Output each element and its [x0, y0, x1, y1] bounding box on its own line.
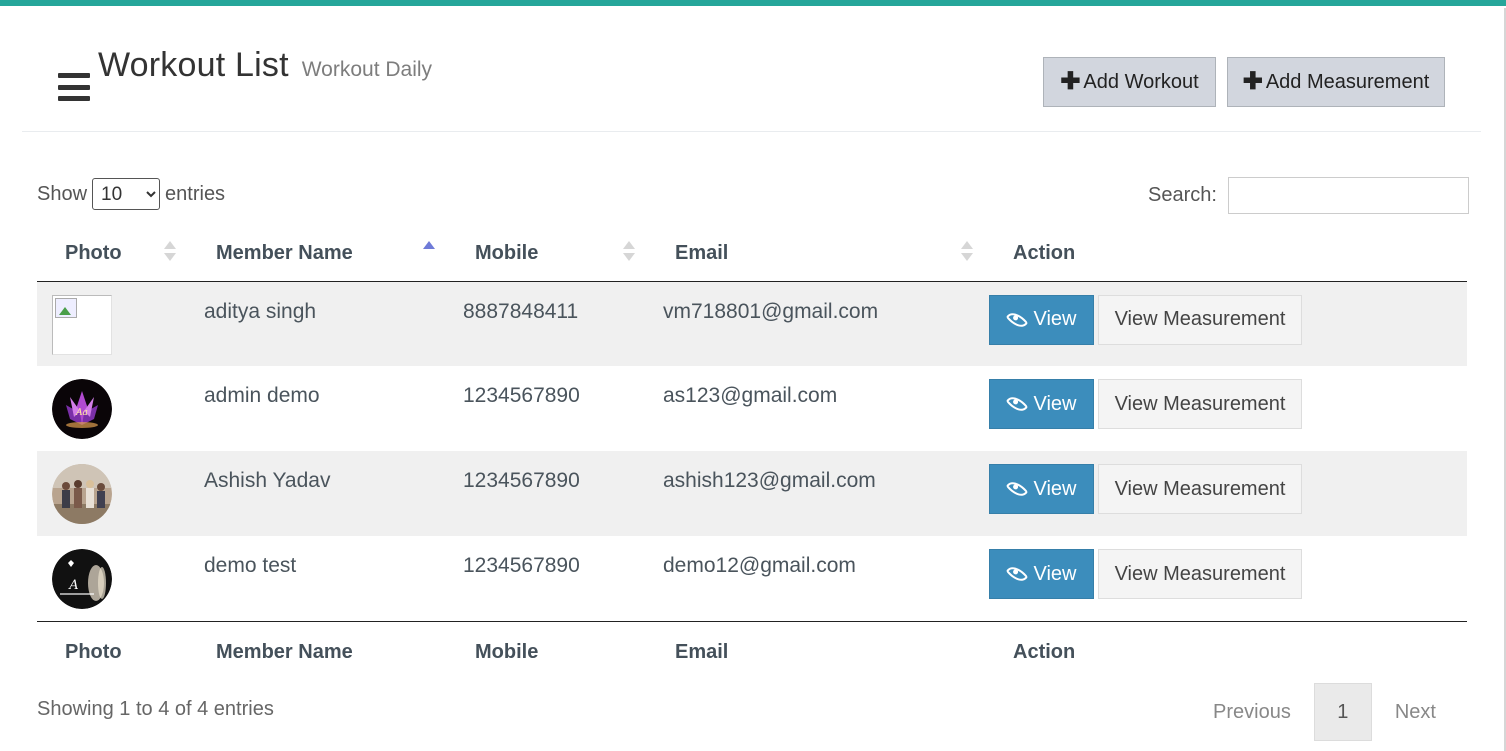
view-measurement-button[interactable]: View Measurement — [1098, 464, 1302, 514]
sort-ascending-icon — [423, 241, 435, 265]
page-title: Workout List — [98, 46, 289, 84]
hamburger-icon[interactable] — [58, 73, 90, 101]
search-input[interactable] — [1227, 177, 1469, 214]
member-name-cell: aditya singh — [204, 299, 317, 323]
page-1-button[interactable]: 1 — [1313, 683, 1372, 741]
footer-header-mobile: Mobile — [475, 640, 539, 663]
view-measurement-button[interactable]: View Measurement — [1098, 549, 1302, 599]
table-row: Aa admin demo 1234567890 as123@gmail.com… — [37, 366, 1467, 451]
workout-table: Photo Member Name Mobile Email Action ad… — [37, 226, 1467, 683]
mobile-cell: 1234567890 — [463, 384, 580, 407]
member-name-cell: demo test — [204, 554, 297, 577]
view-button[interactable]: View — [989, 294, 1094, 345]
view-button[interactable]: View — [989, 549, 1094, 599]
mobile-cell: 8887848411 — [463, 299, 579, 323]
svg-text:A: A — [68, 578, 78, 593]
email-cell: ashish123@gmail.com — [663, 469, 876, 492]
search-control: Search: — [1148, 177, 1469, 214]
column-header-action: Action — [1013, 241, 1076, 264]
photo-cell: Aa — [37, 366, 188, 451]
mobile-cell: 1234567890 — [463, 469, 580, 492]
photo-cell — [37, 451, 188, 536]
footer-header-member-name: Member Name — [216, 640, 353, 663]
page-length-control: Show 102550100 entries — [37, 178, 225, 210]
footer-header-action: Action — [1013, 640, 1076, 663]
table-footer-row: Photo Member Name Mobile Email Action — [37, 621, 1467, 683]
avatar: Aa — [52, 379, 112, 439]
entries-label: entries — [165, 182, 226, 205]
eye-icon — [1005, 308, 1028, 331]
page-subtitle: Workout Daily — [301, 58, 433, 81]
add-measurement-button[interactable]: ✚ Add Measurement — [1227, 57, 1445, 107]
broken-image-icon — [52, 294, 112, 355]
email-cell: vm718801@gmail.com — [663, 299, 879, 323]
previous-page-button[interactable]: Previous — [1190, 683, 1314, 741]
view-measurement-button[interactable]: View Measurement — [1098, 294, 1302, 345]
email-cell: demo12@gmail.com — [663, 554, 856, 577]
title-group: Workout List Workout Daily — [58, 46, 433, 101]
column-header-email[interactable]: Email — [647, 226, 985, 281]
add-workout-label: Add Workout — [1083, 70, 1199, 93]
table-info: Showing 1 to 4 of 4 entries — [37, 698, 274, 720]
svg-text:Aa: Aa — [75, 408, 88, 418]
eye-icon — [1005, 477, 1028, 501]
view-button[interactable]: View — [989, 464, 1094, 514]
photo-cell — [37, 281, 188, 366]
member-name-cell: Ashish Yadav — [204, 469, 331, 492]
show-label: Show — [37, 182, 88, 205]
action-cell: View View Measurement — [985, 451, 1467, 536]
footer-header-email: Email — [675, 640, 729, 663]
eye-icon — [1005, 562, 1028, 586]
add-workout-button[interactable]: ✚ Add Workout — [1043, 57, 1216, 107]
pagination: Previous 1 Next — [1190, 683, 1459, 741]
plus-icon: ✚ — [1060, 68, 1081, 95]
search-label: Search: — [1148, 184, 1217, 206]
top-accent-bar — [0, 0, 1506, 8]
action-cell: View View Measurement — [985, 536, 1467, 621]
photo-cell: A — [37, 536, 188, 621]
view-measurement-button[interactable]: View Measurement — [1098, 379, 1302, 429]
action-cell: View View Measurement — [985, 281, 1467, 366]
email-cell: as123@gmail.com — [663, 384, 838, 407]
table-header-row: Photo Member Name Mobile Email Action — [37, 226, 1467, 281]
member-name-cell: admin demo — [204, 384, 320, 407]
sort-icon — [623, 241, 635, 265]
column-header-mobile[interactable]: Mobile — [447, 226, 647, 281]
action-cell: View View Measurement — [985, 366, 1467, 451]
footer-header-photo: Photo — [65, 640, 122, 663]
next-page-button[interactable]: Next — [1372, 683, 1459, 741]
mobile-cell: 1234567890 — [463, 554, 580, 577]
sort-icon — [961, 241, 973, 265]
add-measurement-label: Add Measurement — [1265, 70, 1430, 93]
view-button[interactable]: View — [989, 379, 1094, 429]
table-row: aditya singh 8887848411 vm718801@gmail.c… — [37, 281, 1467, 366]
column-header-member-name[interactable]: Member Name — [188, 226, 447, 281]
sort-icon — [164, 241, 176, 265]
eye-icon — [1005, 392, 1028, 416]
column-header-photo[interactable]: Photo — [37, 226, 188, 281]
page-header: Workout List Workout Daily ✚ Add Workout… — [22, 8, 1481, 132]
avatar: A — [52, 549, 112, 609]
table-row: A demo test 1234567890 demo12@gmail.com … — [37, 536, 1467, 621]
table-row: Ashish Yadav 1234567890 ashish123@gmail.… — [37, 451, 1467, 536]
plus-icon: ✚ — [1242, 68, 1263, 95]
avatar — [52, 464, 112, 524]
page-length-select[interactable]: 102550100 — [92, 178, 161, 210]
